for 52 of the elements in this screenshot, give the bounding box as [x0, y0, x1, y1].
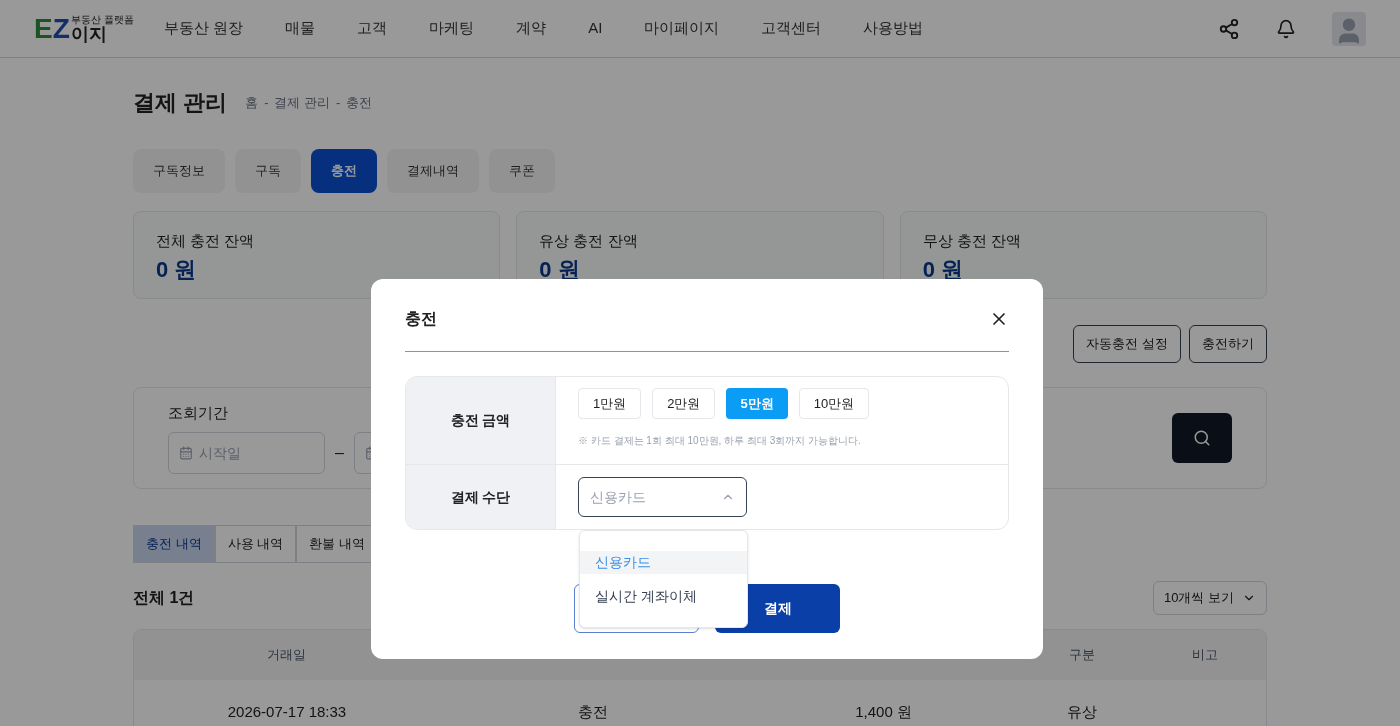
page-title: 결제 관리 — [133, 89, 228, 117]
column-header: 비고 — [1190, 646, 1219, 665]
breadcrumb-item[interactable]: 충전 — [346, 92, 373, 113]
amount-option[interactable]: 2만원 — [652, 388, 716, 419]
nav-link[interactable]: 계약 — [516, 17, 547, 40]
payment-note: ※ 카드 결제는 1회 최대 10만원, 하루 최대 3회까지 가능합니다. — [578, 434, 862, 448]
calendar-icon — [179, 446, 193, 461]
breadcrumb-item[interactable]: 결제 관리 — [274, 92, 331, 113]
nav-link[interactable]: 마이페이지 — [644, 17, 720, 40]
nav-link[interactable]: 마케팅 — [429, 17, 475, 40]
nav-link[interactable]: 사용방법 — [863, 17, 924, 40]
nav-link[interactable]: AI — [588, 17, 603, 40]
breadcrumb-separator: - — [264, 93, 269, 112]
date-separator: – — [335, 443, 344, 464]
notification-icon[interactable] — [1276, 18, 1296, 39]
balance-label: 유상 충전 잔액 — [539, 231, 639, 251]
total-count: 전체 1건 — [133, 588, 195, 608]
history-tab[interactable]: 충전 내역 — [133, 525, 215, 563]
field-label: 충전 금액 — [450, 411, 511, 430]
breadcrumb-separator: - — [336, 93, 341, 112]
page-size-select[interactable]: 10개씩 보기 — [1152, 581, 1267, 615]
search-icon — [1193, 429, 1211, 447]
tab[interactable]: 결제내역 — [387, 149, 479, 193]
nav-link[interactable]: 고객 — [357, 17, 388, 40]
table-cell-text: 1,400 원 — [854, 701, 913, 722]
filter-label: 조회기간 — [168, 402, 228, 423]
nav-link[interactable]: 고객센터 — [761, 17, 822, 40]
balance-label: 무상 충전 잔액 — [922, 231, 1022, 251]
action-button[interactable]: 자동충전 설정 — [1073, 325, 1181, 363]
table-cell-text: 충전 — [576, 701, 609, 722]
nav-link[interactable]: 부동산 원장 — [164, 17, 244, 40]
column-header: 거래일 — [266, 646, 308, 665]
breadcrumb-item[interactable]: 홈 — [245, 92, 259, 113]
balance-value: 0 원 — [156, 255, 198, 284]
tab[interactable]: 쿠폰 — [489, 149, 555, 193]
share-icon[interactable] — [1218, 17, 1240, 40]
history-tab[interactable]: 사용 내역 — [214, 525, 297, 563]
table-cell-text: 유상 — [1066, 701, 1099, 722]
field-label: 결제 수단 — [450, 487, 511, 507]
amount-option[interactable]: 1만원 — [578, 388, 642, 419]
action-button[interactable]: 충전하기 — [1189, 325, 1267, 363]
dropdown-option[interactable]: 신용카드 — [580, 551, 747, 574]
dialog-title: 충전 — [405, 309, 437, 329]
table-cell-text: 2026-07-17 18:33 — [226, 701, 348, 722]
search-button[interactable] — [1172, 413, 1232, 463]
nav-link[interactable]: 매물 — [285, 17, 316, 40]
tab[interactable]: 충전 — [311, 149, 377, 193]
amount-option[interactable]: 10만원 — [798, 388, 870, 419]
tab[interactable]: 구독 — [235, 149, 301, 193]
column-header: 구분 — [1068, 646, 1097, 665]
tab[interactable]: 구독정보 — [133, 149, 225, 193]
balance-label: 전체 충전 잔액 — [156, 231, 256, 251]
